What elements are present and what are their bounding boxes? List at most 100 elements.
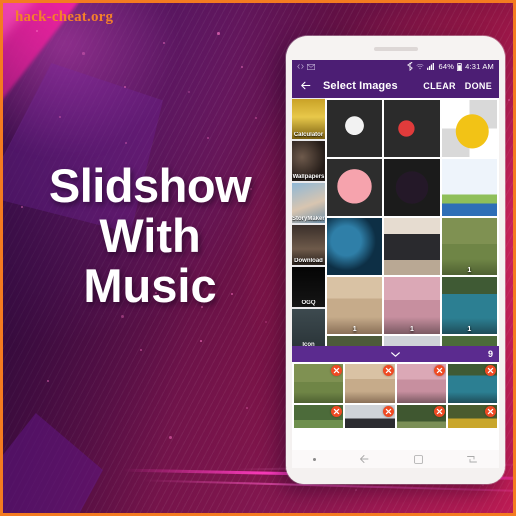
folder-item[interactable]: Wallpapers xyxy=(292,141,325,181)
selected-images-strip[interactable] xyxy=(292,362,499,428)
background-dot xyxy=(188,91,190,93)
background-dot xyxy=(36,30,38,32)
grid-image-item[interactable]: 1 xyxy=(442,218,497,275)
grid-thumbnail xyxy=(442,336,497,346)
phone-mockup: 64% 4:31 AM Select Images CLEAR DONE Cal… xyxy=(286,36,505,484)
folder-item[interactable]: StoryMakers xyxy=(292,183,325,223)
grid-thumbnail xyxy=(327,100,382,157)
grid-thumbnail xyxy=(327,218,382,275)
background-dot xyxy=(241,66,243,68)
image-grid[interactable]: 111111111 xyxy=(325,98,499,346)
folder-item[interactable]: OGQ xyxy=(292,267,325,307)
dot-icon xyxy=(313,458,316,461)
grid-thumbnail xyxy=(384,100,439,157)
selected-image-item[interactable] xyxy=(294,405,343,428)
grid-image-item[interactable]: 1 xyxy=(384,336,439,346)
wifi-icon xyxy=(416,63,424,70)
grid-image-item[interactable] xyxy=(384,159,439,216)
folder-label: Calculator xyxy=(292,132,325,138)
hero-line-1: Slidshow xyxy=(25,161,275,211)
remove-image-button[interactable] xyxy=(485,365,496,376)
nav-recents-icon[interactable] xyxy=(466,454,478,465)
phone-speaker xyxy=(374,47,418,51)
grid-image-item[interactable] xyxy=(442,159,497,216)
chevron-down-icon[interactable] xyxy=(390,351,401,358)
background-dot xyxy=(140,349,142,351)
status-bar-right: 64% 4:31 AM xyxy=(407,62,494,71)
folder-label: Wallpapers xyxy=(292,174,325,180)
background-dot xyxy=(124,86,126,88)
selection-order-badge: 1 xyxy=(442,326,497,333)
grid-image-item[interactable] xyxy=(442,100,497,157)
grid-image-item[interactable] xyxy=(327,100,382,157)
background-dot xyxy=(47,380,49,382)
selection-bar[interactable]: 9 xyxy=(292,346,499,362)
signal-icon xyxy=(427,63,435,70)
folder-item[interactable]: Download xyxy=(292,225,325,265)
selected-image-item[interactable] xyxy=(448,405,497,428)
remove-image-button[interactable] xyxy=(434,406,445,417)
folder-sidebar[interactable]: Calculator Wallpapers StoryMakers Download O… xyxy=(292,98,325,346)
remove-image-button[interactable] xyxy=(434,365,445,376)
grid-image-item[interactable]: 1 xyxy=(442,277,497,334)
status-time: 4:31 AM xyxy=(465,62,494,71)
hero-line-2: With xyxy=(25,211,275,261)
nav-back-icon[interactable] xyxy=(358,453,370,465)
grid-image-item[interactable]: 1 xyxy=(384,277,439,334)
selected-image-item[interactable] xyxy=(397,364,446,403)
grid-image-item[interactable]: 1 xyxy=(327,336,382,346)
background-dot xyxy=(121,315,124,318)
close-icon xyxy=(333,408,340,415)
close-icon xyxy=(487,408,494,415)
grid-image-item[interactable] xyxy=(384,218,439,275)
status-bar: 64% 4:31 AM xyxy=(292,60,499,73)
grid-thumbnail xyxy=(327,336,382,346)
remove-image-button[interactable] xyxy=(383,365,394,376)
done-button[interactable]: DONE xyxy=(465,81,492,91)
hero-line-3: Music xyxy=(25,261,275,311)
code-icon xyxy=(297,63,304,70)
back-arrow-icon[interactable] xyxy=(299,79,312,92)
status-bar-left-icons xyxy=(297,63,315,70)
gallery-content: Calculator Wallpapers StoryMakers Download O… xyxy=(292,98,499,346)
battery-percent: 64% xyxy=(438,62,454,71)
grid-thumbnail xyxy=(384,218,439,275)
phone-screen: 64% 4:31 AM Select Images CLEAR DONE Cal… xyxy=(292,60,499,450)
selected-image-item[interactable] xyxy=(345,405,394,428)
remove-image-button[interactable] xyxy=(383,406,394,417)
grid-image-item[interactable] xyxy=(327,159,382,216)
background-dot xyxy=(482,484,484,486)
grid-thumbnail xyxy=(442,159,497,216)
selected-image-item[interactable] xyxy=(345,364,394,403)
selected-count: 9 xyxy=(488,349,493,359)
clear-button[interactable]: CLEAR xyxy=(423,81,456,91)
page-title: Slidshow With Music xyxy=(25,161,275,310)
grid-image-item[interactable]: 1 xyxy=(442,336,497,346)
folder-item[interactable]: Icon xyxy=(292,309,325,346)
remove-image-button[interactable] xyxy=(485,406,496,417)
background-dot xyxy=(265,321,267,323)
selection-order-badge: 1 xyxy=(384,326,439,333)
selected-image-item[interactable] xyxy=(294,364,343,403)
grid-thumbnail xyxy=(327,159,382,216)
grid-image-item[interactable]: 1 xyxy=(327,277,382,334)
background-dot xyxy=(246,407,248,409)
background-dot xyxy=(163,42,165,44)
close-icon xyxy=(385,367,392,374)
grid-image-item[interactable] xyxy=(327,218,382,275)
background-dot xyxy=(82,52,85,55)
selected-image-item[interactable] xyxy=(448,364,497,403)
grid-image-item[interactable] xyxy=(384,100,439,157)
selected-image-item[interactable] xyxy=(397,405,446,428)
selection-order-badge: 1 xyxy=(442,267,497,274)
background-dot xyxy=(200,340,202,342)
folder-item[interactable]: Calculator xyxy=(292,99,325,139)
app-bar: Select Images CLEAR DONE xyxy=(292,73,499,98)
background-dot xyxy=(508,99,510,101)
nav-home-icon[interactable] xyxy=(413,454,424,465)
background-dot xyxy=(207,137,209,139)
background-dot xyxy=(169,436,172,439)
background-dot xyxy=(21,206,23,208)
background-dot xyxy=(355,489,357,491)
close-icon xyxy=(436,408,443,415)
